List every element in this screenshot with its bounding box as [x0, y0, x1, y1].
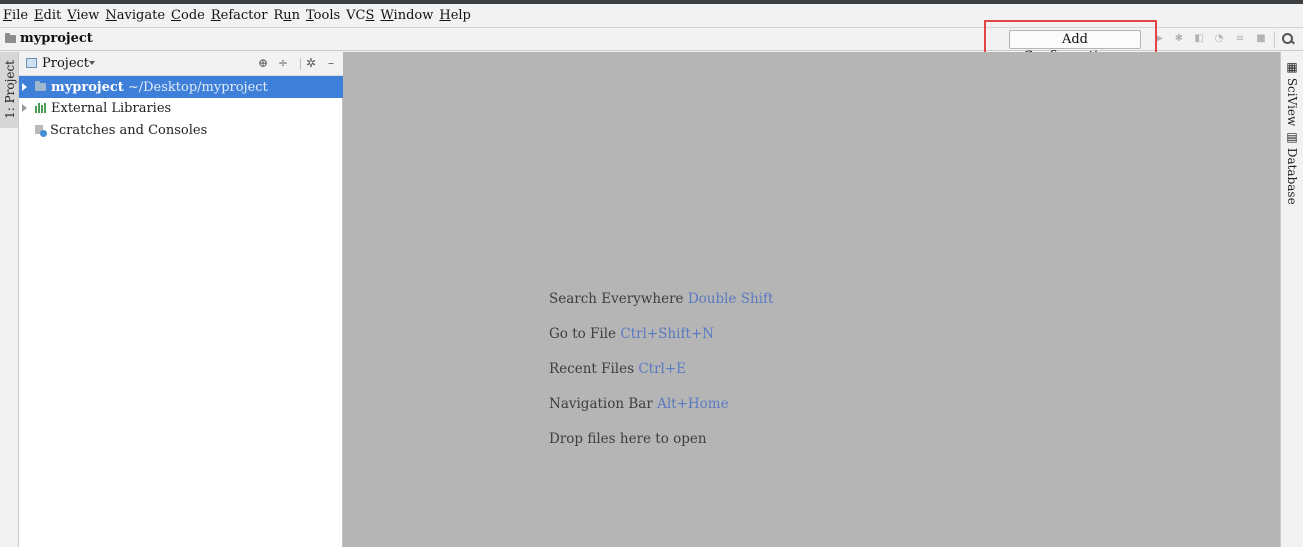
tool-tab-sciview[interactable]: ▦ SciView: [1285, 60, 1299, 126]
tool-tab-project-label: 1: Project: [3, 60, 17, 119]
tree-item-myproject[interactable]: myproject ~/Desktop/myproject: [19, 76, 343, 98]
locate-icon[interactable]: ⊕: [257, 57, 269, 69]
breadcrumb[interactable]: myproject: [5, 31, 93, 46]
hint-recent-files: Recent Files Ctrl+E: [549, 361, 687, 377]
tree-item-label: Scratches and Consoles: [50, 122, 208, 138]
debug-icon[interactable]: ✱: [1174, 34, 1184, 44]
scratches-icon: [35, 124, 47, 137]
stop-icon[interactable]: ■: [1256, 34, 1266, 44]
tool-tab-project[interactable]: 1: Project: [0, 52, 18, 128]
concurrency-diagram-icon[interactable]: ≡: [1235, 34, 1245, 44]
hint-go-to-file: Go to File Ctrl+Shift+N: [549, 326, 714, 342]
left-tool-strip: 1: Project: [0, 52, 19, 547]
chevron-down-icon[interactable]: [89, 61, 95, 65]
folder-icon: [35, 81, 46, 91]
hide-icon[interactable]: –: [325, 57, 337, 69]
library-icon: [35, 103, 47, 113]
menu-tools[interactable]: Tools: [306, 8, 340, 23]
menu-code[interactable]: Code: [171, 8, 205, 23]
breadcrumb-project: myproject: [20, 31, 93, 46]
tool-tab-database[interactable]: ▤ Database: [1285, 130, 1299, 205]
menu-help[interactable]: Help: [439, 8, 471, 23]
toolbar-separator: [1274, 31, 1275, 48]
menu-window[interactable]: Window: [380, 8, 433, 23]
right-tool-strip: ▦ SciView ▤ Database: [1280, 52, 1303, 547]
project-panel: Project ⊕ ÷ ✲ – myproject ~/Desktop/mypr…: [19, 52, 343, 547]
database-icon: ▤: [1285, 130, 1299, 148]
menu-navigate[interactable]: Navigate: [105, 8, 165, 23]
menu-vcs[interactable]: VCS: [346, 8, 374, 23]
hint-navigation-bar: Navigation Bar Alt+Home: [549, 396, 729, 412]
run-with-coverage-icon[interactable]: ◧: [1194, 34, 1204, 44]
hint-search-everywhere: Search Everywhere Double Shift: [549, 291, 774, 307]
search-icon[interactable]: [1281, 32, 1295, 46]
project-view-selector[interactable]: Project: [42, 56, 89, 71]
menu-edit[interactable]: Edit: [34, 8, 61, 23]
menu-run[interactable]: Run: [273, 8, 300, 23]
project-panel-header: Project ⊕ ÷ ✲ –: [19, 52, 343, 76]
profile-icon[interactable]: ◔: [1214, 34, 1224, 44]
expand-arrow-icon[interactable]: [22, 83, 27, 91]
menu-view[interactable]: View: [67, 8, 99, 23]
tree-item-label: External Libraries: [51, 100, 172, 116]
expand-arrow-icon[interactable]: [22, 104, 27, 112]
tree-item-label: myproject: [51, 79, 124, 95]
tree-item-path: ~/Desktop/myproject: [127, 79, 268, 95]
tree-item-external-libraries[interactable]: External Libraries: [19, 97, 343, 119]
menu-file[interactable]: File: [3, 8, 28, 23]
project-view-icon: [26, 58, 37, 68]
tree-item-scratches[interactable]: Scratches and Consoles: [19, 119, 343, 141]
editor-empty-area[interactable]: Search Everywhere Double Shift Go to Fil…: [343, 52, 1280, 547]
hint-drop-files: Drop files here to open: [549, 431, 707, 447]
collapse-all-icon[interactable]: ÷: [277, 57, 289, 69]
menu-refactor[interactable]: Refactor: [211, 8, 268, 23]
sciview-icon: ▦: [1285, 60, 1299, 78]
folder-icon: [5, 32, 16, 43]
gear-icon[interactable]: ✲: [305, 57, 317, 69]
header-separator: [300, 58, 301, 70]
